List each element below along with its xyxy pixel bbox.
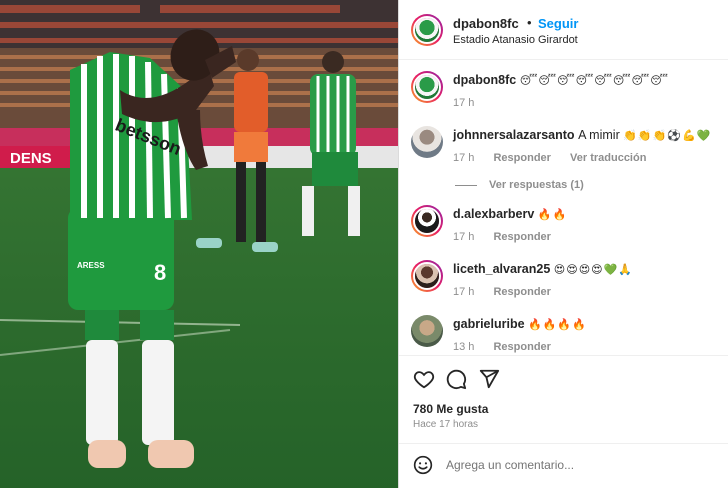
- post-header: dpabon8fc • Seguir Estadio Atanasio Gira…: [399, 0, 728, 60]
- post-sidebar: dpabon8fc • Seguir Estadio Atanasio Gira…: [398, 0, 728, 488]
- comment-avatar[interactable]: [411, 71, 443, 103]
- comment-icon[interactable]: [445, 368, 469, 392]
- replies-divider: [455, 184, 477, 186]
- follow-button[interactable]: Seguir: [538, 16, 578, 31]
- comment-avatar[interactable]: [411, 126, 443, 158]
- comment-avatar[interactable]: [411, 260, 443, 292]
- post-timestamp: Hace 17 horas: [413, 419, 479, 430]
- post-actions: 780 Me gusta Hace 17 horas: [399, 355, 728, 488]
- post-photo[interactable]: DENS 8 ARESS betsson: [0, 0, 398, 488]
- reply-button[interactable]: Responder: [493, 286, 550, 298]
- shorts-sponsor: ARESS: [77, 261, 105, 270]
- comment-avatar[interactable]: [411, 205, 443, 237]
- comment-username[interactable]: d.alexbarberv: [453, 207, 534, 221]
- ad-board-text: DENS: [10, 150, 52, 167]
- shorts-number: 8: [154, 260, 166, 285]
- reply-button[interactable]: Responder: [493, 231, 550, 243]
- comment-avatar[interactable]: [411, 315, 443, 347]
- smile-icon[interactable]: [413, 455, 437, 479]
- comments-list: dpabon8fc 😴😴😴😴😴😴😴😴 17 h johnnersalazarsa…: [399, 61, 728, 355]
- comment-username[interactable]: johnnersalazarsanto: [453, 128, 575, 142]
- author-username[interactable]: dpabon8fc: [453, 16, 519, 31]
- comment-emoji: 😍😍😍😍💚🙏: [553, 264, 634, 276]
- author-avatar[interactable]: [411, 14, 443, 46]
- comment-username[interactable]: gabrieluribe: [453, 317, 525, 331]
- comment-text: A mimir: [578, 128, 620, 142]
- reply-button[interactable]: Responder: [493, 152, 550, 164]
- post-location[interactable]: Estadio Atanasio Girardot: [453, 34, 578, 46]
- view-replies-label: Ver respuestas (1): [489, 179, 584, 191]
- header-separator: •: [527, 15, 532, 30]
- comment-time: 17 h: [453, 286, 475, 298]
- comment-emoji: 🔥🔥: [537, 209, 568, 221]
- likes-count[interactable]: 780 Me gusta: [413, 402, 488, 416]
- comment-username[interactable]: liceth_alvaran25: [453, 262, 550, 276]
- heart-icon[interactable]: [413, 368, 437, 392]
- comment-time: 13 h: [453, 341, 475, 353]
- comment-username[interactable]: dpabon8fc: [453, 73, 516, 87]
- translate-button[interactable]: Ver traducción: [570, 152, 646, 164]
- comment-emoji: 😴😴😴😴😴😴😴😴: [519, 75, 669, 87]
- add-comment-bar: [399, 443, 728, 488]
- comment-time: 17 h: [453, 97, 475, 109]
- comment-emoji: 🔥🔥🔥🔥: [528, 319, 587, 331]
- view-replies-button[interactable]: Ver respuestas (1): [455, 179, 584, 191]
- comment-time: 17 h: [453, 152, 475, 164]
- player-photo-illustration: DENS 8 ARESS betsson: [0, 0, 398, 488]
- comment-input[interactable]: [446, 458, 706, 472]
- reply-button[interactable]: Responder: [493, 341, 550, 353]
- share-icon[interactable]: [478, 368, 502, 392]
- comment-time: 17 h: [453, 231, 475, 243]
- comment-emoji: 👏👏👏⚽💪💚: [623, 130, 712, 142]
